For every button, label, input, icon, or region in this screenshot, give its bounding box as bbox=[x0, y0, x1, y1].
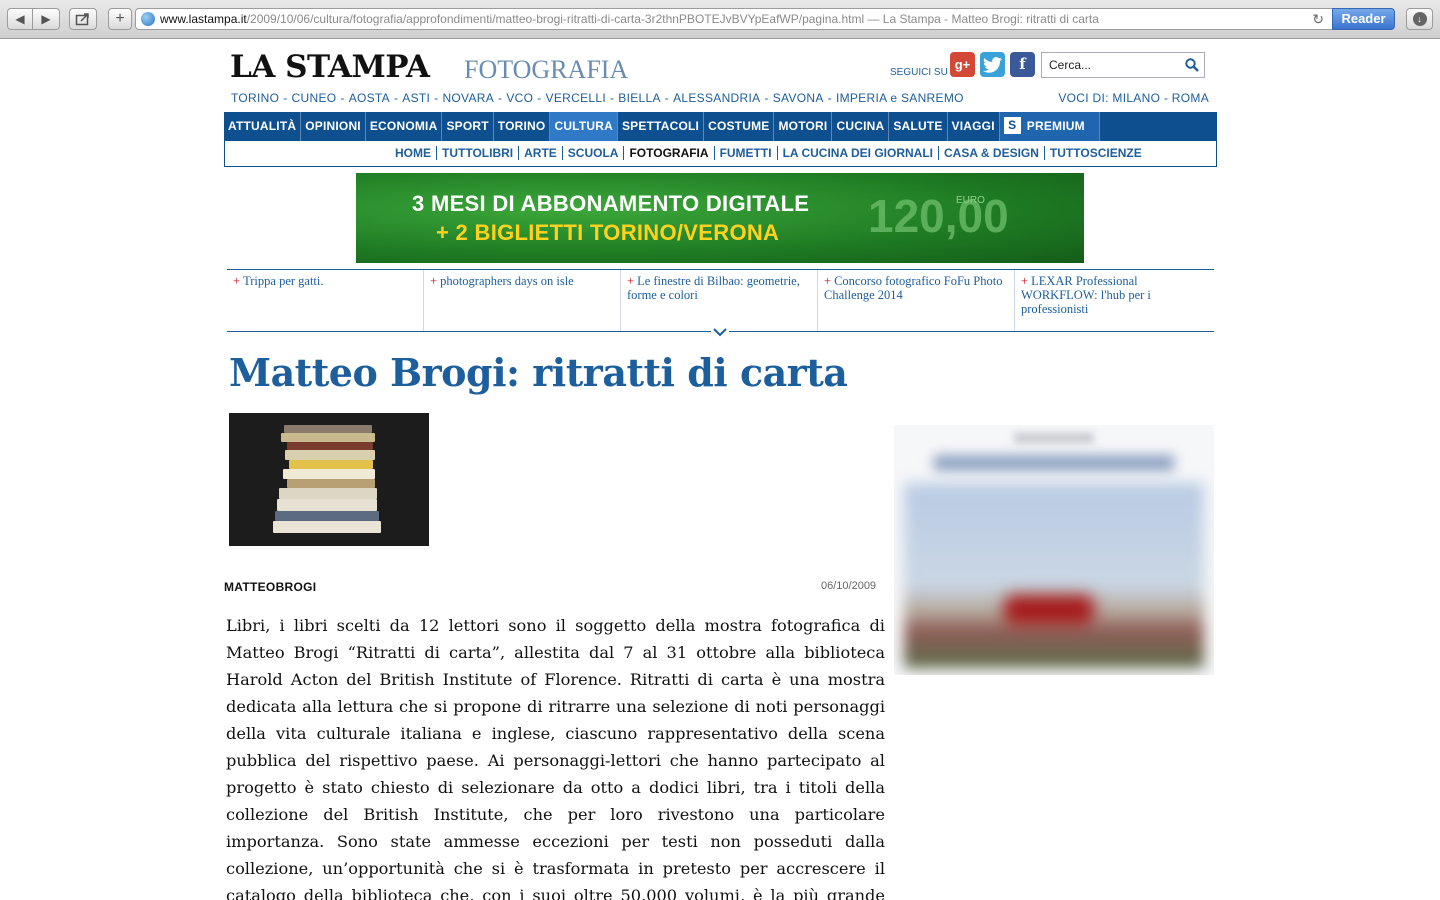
ad-blurred-link bbox=[934, 455, 1174, 471]
related-links: + Trippa per gatti. + photographers days o… bbox=[227, 269, 1214, 332]
city-link[interactable]: VCO bbox=[506, 91, 533, 105]
city-link[interactable]: BIELLA bbox=[618, 91, 661, 105]
voci-nav: VOCI DI: MILANO - ROMA bbox=[1058, 91, 1209, 105]
follow-label: SEGUICI SU bbox=[890, 67, 948, 78]
voci-link-roma[interactable]: ROMA bbox=[1172, 91, 1209, 105]
subnav-item-casa-design[interactable]: CASA & DESIGN bbox=[939, 146, 1045, 160]
plus-icon: + bbox=[233, 274, 241, 288]
nav-item-cultura[interactable]: CULTURA bbox=[550, 112, 618, 141]
ad-blurred-car bbox=[1004, 595, 1094, 625]
subnav-item-fumetti[interactable]: FUMETTI bbox=[715, 146, 778, 160]
nav-item-torino[interactable]: TORINO bbox=[494, 112, 551, 141]
related-link[interactable]: + Trippa per gatti. bbox=[227, 270, 424, 331]
plus-icon: + bbox=[115, 10, 125, 27]
nav-item-economia[interactable]: ECONOMIA bbox=[366, 112, 443, 141]
back-arrow-icon: ◀ bbox=[15, 12, 25, 26]
globe-icon bbox=[141, 12, 155, 26]
premium-s-icon: S bbox=[1003, 117, 1021, 134]
plus-icon: + bbox=[824, 274, 832, 288]
article-photo[interactable] bbox=[229, 413, 429, 546]
search-input[interactable] bbox=[1049, 57, 1179, 73]
google-plus-icon[interactable]: g+ bbox=[950, 52, 975, 77]
nav-item-motori[interactable]: MOTORI bbox=[774, 112, 833, 141]
subnav-item-home[interactable]: HOME bbox=[390, 146, 437, 160]
nav-item-salute[interactable]: SALUTE bbox=[889, 112, 948, 141]
subnav-item-tuttoscienze[interactable]: TUTTOSCIENZE bbox=[1045, 146, 1147, 160]
city-link[interactable]: AOSTA bbox=[349, 91, 390, 105]
section-title[interactable]: FOTOGRAFIA bbox=[464, 55, 628, 85]
city-link[interactable]: SAVONA bbox=[773, 91, 824, 105]
site-logo[interactable]: LA STAMPA bbox=[230, 49, 430, 85]
related-link[interactable]: + LEXAR Professional WORKFLOW: l'hub per … bbox=[1015, 270, 1212, 331]
nav-item-premium[interactable]: S PREMIUM bbox=[999, 112, 1100, 141]
cities-nav: TORINO - CUNEO - AOSTA - ASTI - NOVARA - VCO - VERCE… bbox=[231, 91, 964, 105]
share-button[interactable] bbox=[69, 8, 97, 30]
related-link[interactable]: + photographers days on isle bbox=[424, 270, 621, 331]
plus-icon: + bbox=[430, 274, 438, 288]
banner-currency: EURO bbox=[956, 195, 985, 206]
banner-price: 120,00 bbox=[868, 190, 1009, 242]
sub-nav: HOME TUTTOLIBRI ARTE SCUOLA FOTOGRAFIA F… bbox=[224, 141, 1217, 167]
city-link[interactable]: ASTI bbox=[402, 91, 430, 105]
article-title: Matteo Brogi: ritratti di carta bbox=[229, 350, 848, 395]
city-link[interactable]: IMPERIA e SANREMO bbox=[836, 91, 964, 105]
subnav-item-tuttolibri[interactable]: TUTTOLIBRI bbox=[437, 146, 520, 160]
browser-toolbar: ◀ ▶ + www.lastampa.it/2009/10/06/cultura… bbox=[0, 0, 1440, 39]
city-link[interactable]: TORINO bbox=[231, 91, 279, 105]
voci-link-milano[interactable]: MILANO bbox=[1112, 91, 1160, 105]
search-box bbox=[1041, 52, 1205, 78]
reload-icon[interactable]: ↻ bbox=[1312, 9, 1324, 29]
back-button[interactable]: ◀ bbox=[7, 8, 33, 30]
nav-item-viaggi[interactable]: VIAGGI bbox=[948, 112, 1000, 141]
subnav-item-arte[interactable]: ARTE bbox=[519, 146, 563, 160]
city-link[interactable]: NOVARA bbox=[442, 91, 494, 105]
add-bookmark-button[interactable]: + bbox=[108, 8, 132, 30]
ad-blurred-header bbox=[1014, 433, 1094, 443]
premium-label: PREMIUM bbox=[1026, 119, 1085, 133]
nav-item-spettacoli[interactable]: SPETTACOLI bbox=[618, 112, 705, 141]
subnav-item-cucina-giornali[interactable]: LA CUCINA DEI GIORNALI bbox=[778, 146, 940, 160]
plus-icon: + bbox=[1021, 274, 1029, 288]
url-text: www.lastampa.it/2009/10/06/cultura/fotog… bbox=[160, 12, 1099, 26]
twitter-icon[interactable] bbox=[980, 52, 1005, 77]
reader-button[interactable]: Reader bbox=[1332, 8, 1395, 30]
share-icon bbox=[75, 13, 89, 26]
chevron-down-icon[interactable] bbox=[711, 326, 729, 338]
main-nav: ATTUALITÀ OPINIONI ECONOMIA SPORT TORINO… bbox=[224, 112, 1217, 141]
related-link[interactable]: + Le finestre di Bilbao: geometrie, forme… bbox=[621, 270, 818, 331]
ad-banner[interactable]: 3 MESI DI ABBONAMENTO DIGITALE + 2 BIGLI… bbox=[356, 173, 1084, 263]
voci-label: VOCI DI: bbox=[1058, 91, 1109, 105]
city-link[interactable]: VERCELLI bbox=[546, 91, 606, 105]
city-link[interactable]: CUNEO bbox=[292, 91, 337, 105]
related-link[interactable]: + Concorso fotografico FoFu Photo Challen… bbox=[818, 270, 1015, 331]
forward-button[interactable]: ▶ bbox=[33, 8, 60, 30]
downloads-button[interactable]: ↓ bbox=[1406, 8, 1433, 30]
ad-blurred-image bbox=[904, 483, 1204, 668]
search-icon[interactable] bbox=[1185, 58, 1199, 72]
subnav-item-scuola[interactable]: SCUOLA bbox=[563, 146, 625, 160]
nav-item-opinioni[interactable]: OPINIONI bbox=[301, 112, 366, 141]
article-author[interactable]: MATTEOBROGI bbox=[224, 580, 316, 594]
city-link[interactable]: ALESSANDRIA bbox=[673, 91, 760, 105]
download-icon: ↓ bbox=[1412, 12, 1427, 26]
article-date: 06/10/2009 bbox=[821, 580, 877, 592]
nav-item-costume[interactable]: COSTUME bbox=[704, 112, 775, 141]
plus-icon: + bbox=[627, 274, 635, 288]
sidebar-ad[interactable] bbox=[894, 425, 1214, 675]
banner-line-2: + 2 BIGLIETTI TORINO/VERONA bbox=[436, 220, 780, 245]
nav-item-cucina[interactable]: CUCINA bbox=[832, 112, 890, 141]
nav-item-sport[interactable]: SPORT bbox=[442, 112, 494, 141]
banner-line-1: 3 MESI DI ABBONAMENTO DIGITALE bbox=[412, 191, 810, 216]
facebook-icon[interactable]: f bbox=[1010, 52, 1035, 77]
subnav-item-fotografia[interactable]: FOTOGRAFIA bbox=[624, 146, 715, 160]
forward-arrow-icon: ▶ bbox=[41, 12, 51, 26]
article-body: Libri, i libri scelti da 12 lettori sono… bbox=[226, 616, 885, 900]
address-bar[interactable]: www.lastampa.it/2009/10/06/cultura/fotog… bbox=[135, 8, 1335, 30]
nav-item-attualita[interactable]: ATTUALITÀ bbox=[224, 112, 302, 141]
